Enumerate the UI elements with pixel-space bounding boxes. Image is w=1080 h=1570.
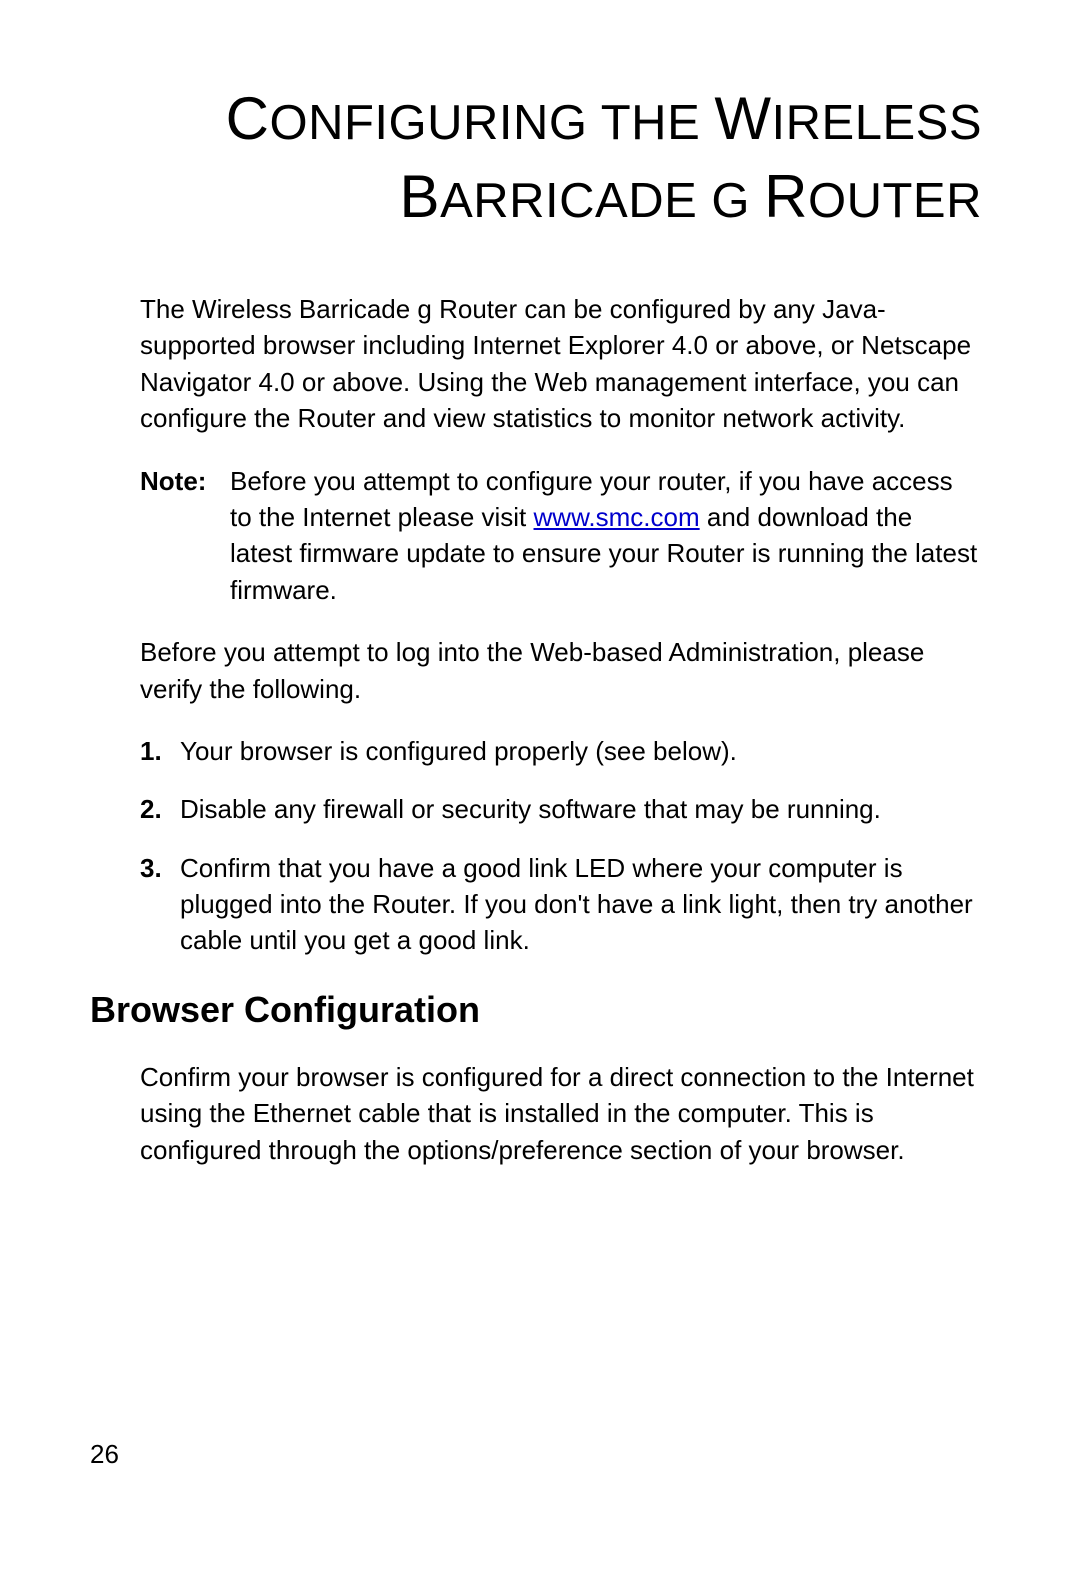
pre-list-paragraph: Before you attempt to log into the Web-b… bbox=[140, 634, 980, 707]
steps-list: 1. Your browser is configured properly (… bbox=[140, 733, 980, 959]
list-number: 3. bbox=[140, 850, 180, 959]
firmware-link[interactable]: www.smc.com bbox=[534, 502, 700, 532]
section-heading: Browser Configuration bbox=[90, 989, 990, 1031]
list-number: 1. bbox=[140, 733, 180, 769]
list-item: 2. Disable any firewall or security soft… bbox=[140, 791, 980, 827]
list-text: Disable any firewall or security softwar… bbox=[180, 791, 980, 827]
section-body: Confirm your browser is configured for a… bbox=[140, 1059, 980, 1168]
page-number: 26 bbox=[90, 1439, 119, 1470]
intro-paragraph: The Wireless Barricade g Router can be c… bbox=[140, 291, 980, 437]
note-label: Note: bbox=[140, 463, 230, 609]
list-text: Confirm that you have a good link LED wh… bbox=[180, 850, 980, 959]
list-text: Your browser is configured properly (see… bbox=[180, 733, 980, 769]
page-title: CONFIGURING THE WIRELESS BARRICADE G ROU… bbox=[90, 80, 990, 236]
note-block: Note: Before you attempt to configure yo… bbox=[140, 463, 980, 609]
list-number: 2. bbox=[140, 791, 180, 827]
note-body: Before you attempt to configure your rou… bbox=[230, 463, 980, 609]
list-item: 3. Confirm that you have a good link LED… bbox=[140, 850, 980, 959]
list-item: 1. Your browser is configured properly (… bbox=[140, 733, 980, 769]
